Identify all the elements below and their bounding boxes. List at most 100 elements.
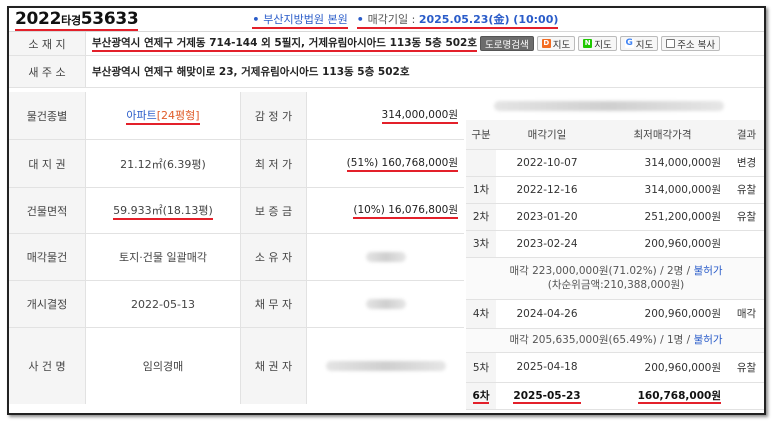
owner-value-redacted	[307, 234, 464, 280]
n-map-icon: N	[583, 39, 593, 48]
date-cell: 2024-04-26	[496, 299, 598, 329]
auction-case-panel: 2022타경53633 • 부산지방법원 본원 • 매각기일 : 2025.05…	[7, 6, 766, 415]
detail-label: 대 지 권	[9, 140, 86, 187]
case-type: 타경	[61, 13, 81, 27]
round-cell: 2차	[466, 203, 496, 231]
copy-address-label: 주소 복사	[677, 39, 716, 51]
round-cell: 6차	[466, 382, 496, 410]
sale-date-value: 2025.05.23(金) (10:00)	[418, 12, 559, 26]
detail-label: 감 정 가	[241, 92, 307, 139]
detail-row-building: 건물면적 59.933㎡(18.13평) 보 증 금 (10%) 16,076,…	[9, 188, 464, 234]
property-type-value: 아파트	[126, 108, 157, 122]
date-cell: 2025-04-18	[496, 352, 598, 383]
map-d-label: 지도	[552, 39, 571, 51]
detail-value: 임의경매	[86, 328, 241, 404]
result-cell: 변경	[727, 149, 764, 177]
col-round: 구분	[466, 120, 496, 150]
round-cell: 5차	[466, 352, 496, 383]
detail-value: 314,000,000원	[307, 92, 464, 139]
sale-detail-text: 매각 205,635,000원(65.49%) / 1명 /	[509, 334, 694, 346]
price-cell: 314,000,000원	[598, 176, 727, 204]
court-link[interactable]: • 부산지방법원 본원	[252, 11, 348, 29]
redacted-text	[365, 299, 406, 309]
case-header: 2022타경53633 • 부산지방법원 본원 • 매각기일 : 2025.05…	[9, 8, 764, 32]
history-row: 1차 2022-12-16 314,000,000원 유찰	[466, 176, 764, 204]
detail-label: 매각물건	[9, 234, 86, 280]
price-cell: 200,960,000원	[598, 352, 727, 383]
detail-label: 채 권 자	[241, 328, 307, 404]
history-row-current: 6차 2025-05-23 160,768,000원	[466, 382, 764, 410]
g-map-icon: G	[624, 38, 634, 48]
redacted-text	[494, 101, 724, 111]
history-row: 2022-10-07 314,000,000원 변경	[466, 149, 764, 177]
property-size-value: [24평형]	[156, 108, 200, 122]
creditor-value-redacted	[307, 328, 464, 404]
disapproval-link[interactable]: 불허가	[694, 334, 723, 346]
property-type-link[interactable]: 아파트[24평형]	[126, 107, 200, 125]
new-address-label: 새 주 소	[9, 56, 86, 87]
detail-value: 59.933㎡(18.13평)	[86, 188, 241, 233]
detail-label: 사 건 명	[9, 328, 86, 404]
road-search-button[interactable]: 도로명검색	[480, 36, 534, 51]
sale-date-info: • 매각기일 : 2025.05.23(金) (10:00)	[356, 11, 559, 29]
location-label: 소 재 지	[9, 32, 86, 55]
case-year: 2022	[15, 8, 62, 29]
map-button-d[interactable]: D 지도	[536, 36, 576, 51]
court-link-label: 부산지방법원 본원	[263, 12, 348, 26]
round-cell: 3차	[466, 230, 496, 258]
detail-value: 아파트[24평형]	[86, 92, 241, 139]
detail-value: (51%) 160,768,000원	[307, 140, 464, 187]
detail-grid: 물건종별 아파트[24평형] 감 정 가 314,000,000원 대 지 권 …	[9, 92, 464, 404]
date-cell: 2025-05-23	[496, 382, 598, 410]
case-num: 53633	[80, 8, 139, 29]
minimum-price-value: (51%) 160,768,000원	[346, 155, 458, 172]
detail-value: 2022-05-13	[86, 281, 241, 327]
redacted-text	[325, 361, 446, 371]
map-button-n[interactable]: N 지도	[578, 36, 617, 51]
detail-label: 최 저 가	[241, 140, 307, 187]
date-cell: 2023-01-20	[496, 203, 598, 231]
price-cell: 251,200,000원	[598, 203, 727, 231]
sale-detail-row: 매각 223,000,000원(71.02%) / 2명 / 불허가 (차순위금…	[466, 257, 764, 300]
map-n-label: 지도	[594, 39, 612, 51]
disapproval-link[interactable]: 불허가	[694, 265, 723, 277]
result-cell	[727, 382, 764, 410]
date-cell: 2023-02-24	[496, 230, 598, 258]
redacted-text	[365, 252, 406, 262]
col-price: 최저매각가격	[598, 120, 727, 150]
location-value: 부산광역시 연제구 거제동 714-144 외 5필지, 거제유림아시아드 11…	[86, 32, 764, 55]
sale-detail-row: 매각 205,635,000원(65.49%) / 1명 / 불허가	[466, 328, 764, 353]
deposit-value: (10%) 16,076,800원	[353, 202, 458, 219]
location-row: 소 재 지 부산광역시 연제구 거제동 714-144 외 5필지, 거제유림아…	[9, 32, 764, 56]
price-cell: 160,768,000원	[598, 382, 727, 410]
detail-value: 21.12㎡(6.39평)	[86, 140, 241, 187]
sale-detail-text: 매각 223,000,000원(71.02%) / 2명 /	[509, 265, 694, 277]
history-table: 구분 매각기일 최저매각가격 결과 2022-10-07 314,000,000…	[466, 120, 764, 410]
history-row: 5차 2025-04-18 200,960,000원 유찰	[466, 352, 764, 383]
price-text: 160,768,000원	[637, 390, 721, 404]
detail-label: 개시결정	[9, 281, 86, 327]
history-row: 3차 2023-02-24 200,960,000원	[466, 230, 764, 258]
copy-address-button[interactable]: 주소 복사	[661, 36, 721, 51]
result-cell: 매각	[727, 299, 764, 329]
result-cell: 유찰	[727, 352, 764, 383]
round-cell	[466, 149, 496, 177]
round-cell: 4차	[466, 299, 496, 329]
price-cell: 314,000,000원	[598, 149, 727, 177]
result-cell: 유찰	[727, 203, 764, 231]
col-result: 결과	[727, 120, 764, 150]
sale-date-label: 매각기일 :	[367, 12, 419, 26]
round-cell: 1차	[466, 176, 496, 204]
map-g-label: 지도	[635, 39, 654, 51]
detail-row-type: 물건종별 아파트[24평형] 감 정 가 314,000,000원	[9, 92, 464, 140]
history-row: 2차 2023-01-20 251,200,000원 유찰	[466, 203, 764, 231]
auction-history: 구분 매각기일 최저매각가격 결과 2022-10-07 314,000,000…	[466, 92, 764, 413]
map-button-g[interactable]: G 지도	[619, 36, 659, 51]
sale-detail-line: 매각 223,000,000원(71.02%) / 2명 / 불허가	[466, 264, 764, 278]
date-cell: 2022-12-16	[496, 176, 598, 204]
case-number: 2022타경53633	[15, 8, 139, 31]
result-cell	[727, 230, 764, 258]
detail-row-land: 대 지 권 21.12㎡(6.39평) 최 저 가 (51%) 160,768,…	[9, 140, 464, 188]
appraisal-value: 314,000,000원	[381, 107, 458, 124]
new-address-value: 부산광역시 연제구 해맞이로 23, 거제유림아시아드 113동 5층 502호	[86, 56, 764, 87]
